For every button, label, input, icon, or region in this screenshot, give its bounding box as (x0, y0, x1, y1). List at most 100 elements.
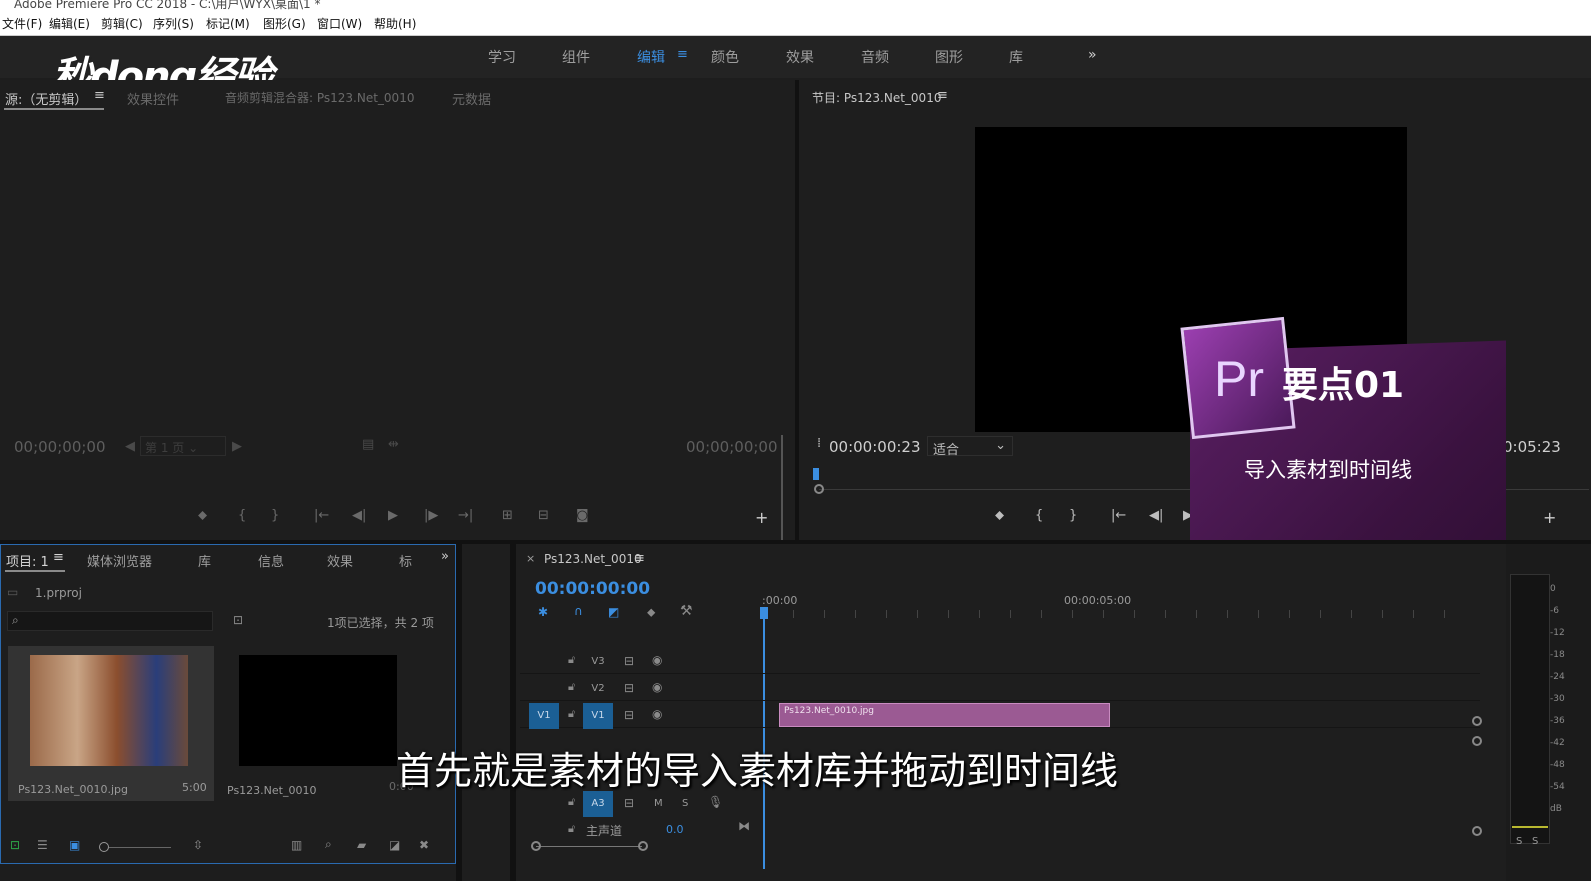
tab-effect-controls[interactable]: 效果控件 (127, 89, 179, 108)
fit-select[interactable]: 适合 ⌄ (927, 436, 1013, 458)
source-mark-in-icon[interactable]: { (238, 508, 246, 523)
program-zoom-handle-left[interactable] (814, 484, 824, 494)
page-select[interactable]: 第 1 页 ⌄ (140, 436, 226, 456)
lock-icon[interactable]: 🔓︎ (568, 795, 575, 809)
menu-clip[interactable]: 剪辑(C) (101, 15, 143, 32)
sync-lock-icon[interactable]: ⊟ (624, 796, 634, 810)
add-marker-icon[interactable]: ⬥ (647, 605, 655, 620)
tab-libraries[interactable]: 库 (198, 551, 211, 570)
master-volume-value[interactable]: 0.0 (666, 823, 684, 836)
lock-icon[interactable]: 🔓︎ (568, 822, 575, 836)
new-bin-icon[interactable]: ▰ (357, 838, 366, 852)
icon-view-icon[interactable]: ▣ (69, 838, 80, 852)
new-item-icon[interactable]: ◪ (389, 838, 400, 852)
tab-timeline-menu-icon[interactable]: ≡ (634, 551, 645, 566)
program-playhead[interactable] (813, 468, 819, 480)
timeline-horizontal-zoom[interactable] (536, 846, 642, 847)
tab-timeline-sequence[interactable]: Ps123.Net_0010 (544, 552, 642, 566)
sync-lock-icon[interactable]: ⊟ (624, 654, 634, 668)
program-step-back-icon[interactable]: ◀| (1149, 508, 1163, 523)
source-split-icon[interactable]: ⇹ (388, 437, 399, 452)
workspace-libraries[interactable]: 库 (1009, 47, 1023, 67)
source-step-forward-icon[interactable]: |▶ (424, 508, 438, 523)
workspace-graphics[interactable]: 图形 (935, 47, 963, 67)
tab-effects[interactable]: 效果 (327, 551, 353, 570)
source-timecode-left[interactable]: 00;00;00;00 (14, 438, 106, 456)
mute-button[interactable]: M (654, 798, 663, 809)
timeline-playhead-head[interactable] (760, 607, 768, 619)
workspace-learn[interactable]: 学习 (488, 47, 516, 67)
menu-file[interactable]: 文件(F) (2, 15, 42, 32)
workspace-more-icon[interactable]: » (1088, 47, 1097, 63)
eye-icon[interactable]: ◉ (652, 707, 662, 721)
audio-scroll-handle-bottom[interactable] (1472, 826, 1482, 836)
tab-source-menu-icon[interactable]: ≡ (94, 88, 105, 103)
tab-metadata[interactable]: 元数据 (452, 89, 491, 108)
menu-help[interactable]: 帮助(H) (374, 15, 416, 32)
program-go-in-icon[interactable]: |← (1111, 508, 1126, 523)
nest-icon[interactable]: ✱ (538, 605, 548, 619)
timeline-zoom-handle-left[interactable] (531, 841, 541, 851)
find-icon[interactable]: ⌕ (325, 837, 332, 852)
timeline-timecode[interactable]: 00:00:00:00 (535, 579, 650, 599)
source-mark-out-icon[interactable]: } (271, 508, 279, 523)
menu-edit[interactable]: 编辑(E) (49, 15, 90, 32)
workspace-audio[interactable]: 音频 (861, 47, 889, 67)
timeline-zoom-handle-right[interactable] (638, 841, 648, 851)
tab-info[interactable]: 信息 (258, 551, 284, 570)
source-overwrite-icon[interactable]: ⊟ (538, 508, 549, 523)
source-go-in-icon[interactable]: |← (314, 508, 329, 523)
timeline-clip[interactable]: Ps123.Net_0010.jpg (779, 703, 1110, 727)
source-step-back-icon[interactable]: ◀| (352, 508, 366, 523)
menu-marker[interactable]: 标记(M) (206, 15, 250, 32)
workspace-color[interactable]: 颜色 (711, 47, 739, 67)
page-prev-icon[interactable]: ◀ (125, 439, 135, 454)
project-more-icon[interactable]: » (441, 549, 449, 564)
page-next-icon[interactable]: ▶ (232, 439, 242, 454)
trash-icon[interactable]: ✖ (419, 838, 429, 852)
lock-icon[interactable]: 🔓︎ (568, 653, 575, 667)
linked-selection-icon[interactable]: ◩ (608, 605, 619, 619)
menu-window[interactable]: 窗口(W) (317, 15, 362, 32)
sync-lock-icon[interactable]: ⊟ (624, 708, 634, 722)
sync-lock-icon[interactable]: ⊟ (624, 681, 634, 695)
lock-icon[interactable]: 🔓︎ (568, 707, 575, 721)
workspace-editing[interactable]: 编辑 (637, 47, 665, 67)
eye-icon[interactable]: ◉ (652, 680, 662, 694)
eye-icon[interactable]: ◉ (652, 653, 662, 667)
workspace-assembly[interactable]: 组件 (562, 47, 590, 67)
project-lock-icon[interactable]: ⊡ (10, 838, 20, 852)
microphone-icon[interactable]: 🎙︎ (708, 795, 723, 809)
tab-project-menu-icon[interactable]: ≡ (53, 550, 64, 565)
sort-icon[interactable]: ⇳ (193, 838, 203, 852)
menu-sequence[interactable]: 序列(S) (153, 15, 194, 32)
audio-scroll-handle-top[interactable] (1472, 736, 1482, 746)
tab-markers[interactable]: 标 (399, 551, 412, 570)
source-camera-icon[interactable]: ◙ (576, 508, 589, 523)
source-clip-icon[interactable]: ▤ (362, 437, 374, 452)
source-play-icon[interactable]: ▶ (388, 508, 398, 523)
source-marker-icon[interactable]: ⬥ (198, 508, 207, 523)
source-timecode-right[interactable]: 00;00;00;00 (686, 438, 778, 456)
project-item-image[interactable]: Ps123.Net_0010.jpg 5:00 (8, 646, 214, 801)
automate-icon[interactable]: ▥ (291, 838, 302, 852)
timeline-close-icon[interactable]: × (526, 552, 535, 565)
program-marker-icon[interactable]: ⬥ (995, 508, 1004, 523)
workspace-effects[interactable]: 效果 (786, 47, 814, 67)
wrench-icon[interactable]: ⚒ (680, 603, 693, 619)
program-duration[interactable]: 0:05:23 (1503, 438, 1561, 456)
tab-program[interactable]: 节目: Ps123.Net_0010 (812, 89, 941, 106)
source-add-button-icon[interactable]: + (755, 508, 768, 527)
meter-solo-left[interactable]: S (1516, 836, 1522, 847)
program-add-button-icon[interactable]: + (1543, 508, 1556, 527)
menu-graphics[interactable]: 图形(G) (263, 15, 306, 32)
source-patch-v1[interactable]: V1 (529, 703, 559, 729)
tab-audio-clip-mixer[interactable]: 音频剪辑混合器: Ps123.Net_0010 (225, 89, 414, 106)
lock-icon[interactable]: 🔓︎ (568, 680, 575, 694)
program-mark-out-icon[interactable]: } (1069, 508, 1077, 523)
source-go-out-icon[interactable]: →| (458, 508, 473, 523)
source-insert-icon[interactable]: ⊞ (502, 508, 513, 523)
track-target-v1[interactable]: V1 (583, 703, 613, 729)
video-scroll-handle[interactable] (1472, 716, 1482, 726)
program-mark-in-icon[interactable]: { (1035, 508, 1043, 523)
